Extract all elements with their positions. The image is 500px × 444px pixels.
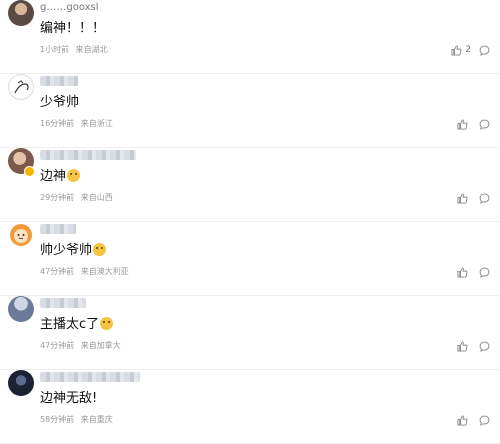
comment-meta: 47分钟前 来自澳大利亚 xyxy=(40,267,133,277)
comment-text-content: 帅少爷帅 xyxy=(40,243,93,258)
comment-text: 少爷帅 xyxy=(40,95,80,110)
timestamp: 29分钟前 xyxy=(40,193,75,202)
thumbs-up-icon xyxy=(457,118,468,130)
thumbs-up-icon xyxy=(457,340,468,352)
username-blurred xyxy=(40,150,136,160)
comment-bubble-icon xyxy=(479,415,490,426)
location: 来自加拿大 xyxy=(80,341,121,350)
comment-meta: 58分钟前 来自重庆 xyxy=(40,415,117,425)
comment-text: 边神 xyxy=(40,168,81,186)
comment-bubble-icon xyxy=(479,193,490,204)
timestamp: 16分钟前 xyxy=(40,119,75,128)
comment-item: 边神无敌! 58分钟前 来自重庆 xyxy=(0,370,500,444)
comment-actions xyxy=(457,118,490,130)
comment-bubble-icon xyxy=(479,45,490,56)
comment-meta: 47分钟前 来自加拿大 xyxy=(40,341,125,351)
username[interactable]: g……gooxsl xyxy=(40,2,99,14)
comment-text: 编神！！！ xyxy=(40,21,106,36)
username-blurred xyxy=(40,298,86,308)
username[interactable] xyxy=(40,298,86,310)
comment-actions: 2 xyxy=(451,44,490,56)
comment-meta: 16分钟前 来自浙江 xyxy=(40,119,117,129)
timestamp: 47分钟前 xyxy=(40,341,75,350)
reply-button[interactable] xyxy=(479,193,490,204)
like-button[interactable] xyxy=(457,266,471,278)
avatar[interactable] xyxy=(8,370,34,396)
comment-item: 主播太c了 47分钟前 来自加拿大 xyxy=(0,296,500,370)
location: 来自浙江 xyxy=(80,119,113,128)
timestamp: 1小时前 xyxy=(40,45,70,54)
username[interactable] xyxy=(40,372,140,384)
grinning-face-emoji xyxy=(100,317,114,330)
like-button[interactable] xyxy=(457,414,471,426)
thumbs-up-icon xyxy=(457,192,468,204)
username-blurred xyxy=(40,224,76,234)
timestamp: 47分钟前 xyxy=(40,267,75,276)
crying-laughing-emoji xyxy=(93,243,107,256)
comment-text-content: 边神 xyxy=(40,169,67,184)
reply-button[interactable] xyxy=(479,45,490,56)
location: 来自山西 xyxy=(80,193,113,202)
comment-item: g……gooxsl 编神！！！ 1小时前 来自湖北 2 xyxy=(0,0,500,74)
username[interactable] xyxy=(40,150,136,162)
comment-meta: 29分钟前 来自山西 xyxy=(40,193,117,203)
avatar[interactable] xyxy=(8,296,34,322)
comment-item: 边神 29分钟前 来自山西 xyxy=(0,148,500,222)
location: 来自澳大利亚 xyxy=(80,267,129,276)
comment-bubble-icon xyxy=(479,341,490,352)
username[interactable] xyxy=(40,76,78,88)
sketch-avatar-icon xyxy=(14,80,29,94)
avatar[interactable] xyxy=(8,0,34,26)
reply-button[interactable] xyxy=(479,267,490,278)
comment-text-content: 主播太c了 xyxy=(40,317,100,332)
comment-actions xyxy=(457,266,490,278)
thumbs-up-icon xyxy=(457,414,468,426)
comment-item: 帅少爷帅 47分钟前 来自澳大利亚 xyxy=(0,222,500,296)
reply-button[interactable] xyxy=(479,119,490,130)
avatar[interactable] xyxy=(8,74,34,100)
comment-actions xyxy=(457,414,490,426)
comment-item: 少爷帅 16分钟前 来自浙江 xyxy=(0,74,500,148)
like-button[interactable] xyxy=(457,118,471,130)
like-button[interactable]: 2 xyxy=(451,44,471,56)
vip-badge-icon xyxy=(24,166,35,177)
reply-button[interactable] xyxy=(479,341,490,352)
avatar[interactable] xyxy=(8,222,34,248)
like-button[interactable] xyxy=(457,340,471,352)
comment-bubble-icon xyxy=(479,119,490,130)
comment-text: 主播太c了 xyxy=(40,316,114,334)
location: 来自湖北 xyxy=(75,45,108,54)
comment-list: g……gooxsl 编神！！！ 1小时前 来自湖北 2 少爷帅 16分钟前 来自… xyxy=(0,0,500,444)
comment-actions xyxy=(457,340,490,352)
username-blurred xyxy=(40,372,140,382)
comment-actions xyxy=(457,192,490,204)
comment-text: 帅少爷帅 xyxy=(40,242,107,260)
comment-text: 边神无敌! xyxy=(40,391,98,406)
comment-bubble-icon xyxy=(479,267,490,278)
like-button[interactable] xyxy=(457,192,471,204)
reply-button[interactable] xyxy=(479,415,490,426)
like-count: 2 xyxy=(465,45,471,55)
orange-face-avatar-icon xyxy=(10,224,32,246)
username[interactable] xyxy=(40,224,76,236)
comment-meta: 1小时前 来自湖北 xyxy=(40,45,112,55)
timestamp: 58分钟前 xyxy=(40,415,75,424)
grinning-face-emoji xyxy=(67,169,81,182)
thumbs-up-icon xyxy=(451,44,462,56)
thumbs-up-icon xyxy=(457,266,468,278)
location: 来自重庆 xyxy=(80,415,113,424)
username-blurred xyxy=(40,76,78,86)
